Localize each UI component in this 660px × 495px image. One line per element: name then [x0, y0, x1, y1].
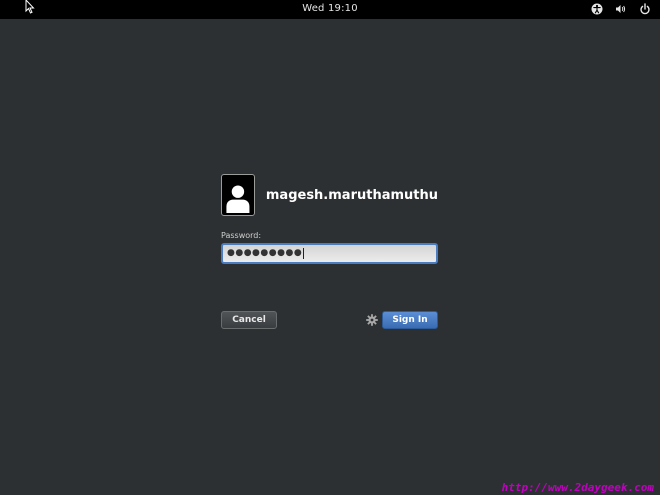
- accessibility-icon[interactable]: [590, 2, 604, 16]
- password-input[interactable]: ●●●●●●●●●: [221, 243, 438, 264]
- user-row: magesh.maruthamuthu: [221, 173, 438, 217]
- text-caret: [303, 248, 305, 259]
- cancel-button[interactable]: Cancel: [221, 311, 277, 329]
- system-tray: [590, 2, 652, 16]
- clock[interactable]: Wed 19:10: [0, 3, 660, 14]
- login-actions: Cancel Sign In: [221, 311, 438, 329]
- volume-icon[interactable]: [614, 2, 628, 16]
- gear-icon[interactable]: [366, 314, 378, 326]
- login-screen: Wed 19:10 magesh.maruthamuthu Password: …: [0, 0, 660, 495]
- watermark: http://www.2daygeek.com: [501, 481, 654, 494]
- password-value: ●●●●●●●●●: [227, 248, 303, 258]
- username: magesh.maruthamuthu: [265, 187, 438, 203]
- power-icon[interactable]: [638, 2, 652, 16]
- password-label: Password:: [221, 231, 262, 240]
- user-silhouette-icon: [226, 185, 250, 213]
- top-bar: Wed 19:10: [0, 0, 660, 19]
- avatar: [221, 174, 255, 216]
- sign-in-button[interactable]: Sign In: [382, 311, 438, 329]
- login-panel: magesh.maruthamuthu Password: ●●●●●●●●●: [221, 173, 438, 264]
